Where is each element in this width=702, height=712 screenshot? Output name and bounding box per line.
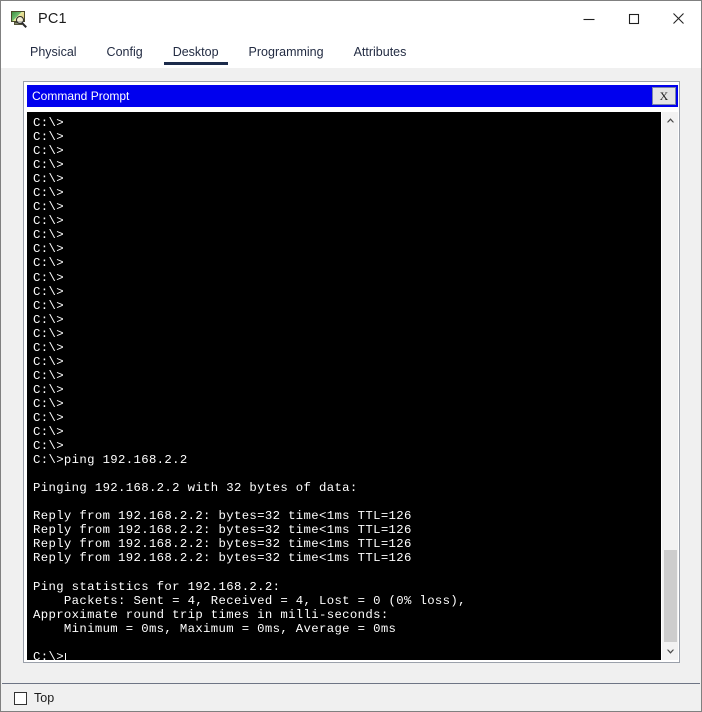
command-prompt-frame: Command Prompt X C:\> C:\> C:\> C:\> C:\… <box>23 81 680 663</box>
close-icon <box>673 13 684 24</box>
maximize-icon <box>628 13 639 24</box>
chevron-down-icon <box>666 649 674 654</box>
scrollbar-up-button[interactable] <box>662 112 678 129</box>
top-checkbox[interactable] <box>14 691 27 705</box>
tab-config[interactable]: Config <box>92 36 158 68</box>
command-prompt-close-button[interactable]: X <box>652 87 676 105</box>
desktop-tab-panel: Command Prompt X C:\> C:\> C:\> C:\> C:\… <box>2 68 700 684</box>
terminal-caret <box>64 652 66 660</box>
terminal-area: C:\> C:\> C:\> C:\> C:\> C:\> C:\> C:\> … <box>27 112 678 660</box>
top-checkbox-row[interactable]: Top <box>14 691 54 705</box>
pc1-window: PC1 Physical Config Desktop Programming … <box>0 0 702 712</box>
packet-tracer-pc-inspect-icon <box>10 10 28 28</box>
top-checkbox-label: Top <box>34 691 55 705</box>
minimize-button[interactable] <box>566 1 611 36</box>
device-tabs: Physical Config Desktop Programming Attr… <box>1 36 701 68</box>
tab-desktop[interactable]: Desktop <box>158 36 234 68</box>
command-prompt-titlebar: Command Prompt X <box>27 85 678 107</box>
window-title-bar: PC1 <box>1 1 701 36</box>
scrollbar-down-button[interactable] <box>662 643 678 660</box>
terminal-output[interactable]: C:\> C:\> C:\> C:\> C:\> C:\> C:\> C:\> … <box>27 112 661 660</box>
window-title: PC1 <box>38 10 67 27</box>
tab-programming[interactable]: Programming <box>234 36 339 68</box>
close-button[interactable] <box>656 1 701 36</box>
footer-bar: Top <box>2 685 700 711</box>
window-controls <box>566 1 701 36</box>
maximize-button[interactable] <box>611 1 656 36</box>
command-prompt-title: Command Prompt <box>32 89 130 103</box>
terminal-scrollbar[interactable] <box>661 112 678 660</box>
scrollbar-thumb[interactable] <box>664 550 677 642</box>
tab-attributes[interactable]: Attributes <box>339 36 422 68</box>
chevron-up-icon <box>666 118 674 123</box>
tab-physical[interactable]: Physical <box>15 36 92 68</box>
minimize-icon <box>583 18 594 20</box>
